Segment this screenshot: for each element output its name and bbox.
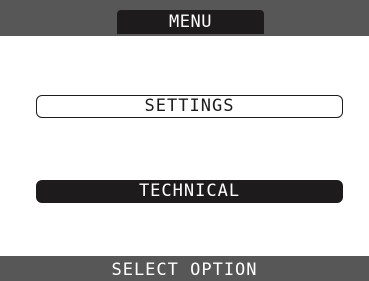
status-hint: SELECT OPTION <box>0 256 369 281</box>
menu-item-settings[interactable]: SETTINGS <box>36 95 343 118</box>
menu-item-technical[interactable]: TECHNICAL <box>36 180 343 203</box>
menu-title: MENU <box>117 10 264 34</box>
header-bar: MENU <box>0 0 369 36</box>
menu-screen: MENU SETTINGS TECHNICAL SELECT OPTION <box>0 0 369 281</box>
